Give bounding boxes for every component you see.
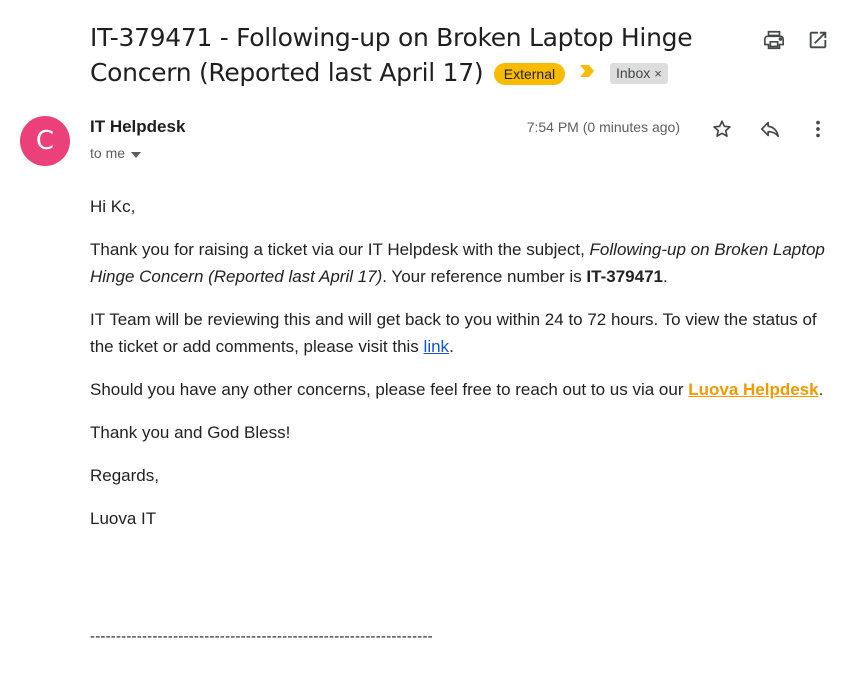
p1-prefix: Thank you for raising a ticket via our I… bbox=[90, 240, 590, 259]
reference-number: IT-379471 bbox=[586, 267, 663, 286]
remove-label-icon[interactable]: × bbox=[654, 66, 662, 81]
inbox-label-text: Inbox bbox=[616, 65, 651, 82]
external-label: External bbox=[493, 62, 566, 85]
helpdesk-link[interactable]: Luova Helpdesk bbox=[688, 380, 818, 399]
more-vertical-icon[interactable] bbox=[806, 117, 830, 141]
star-icon[interactable] bbox=[710, 117, 734, 141]
email-subject-row: IT-379471 - Following-up on Broken Lapto… bbox=[90, 20, 730, 90]
inbox-label: Inbox × bbox=[610, 63, 668, 85]
thanks-line: Thank you and God Bless! bbox=[90, 423, 291, 442]
importance-marker-icon[interactable] bbox=[578, 64, 596, 83]
chevron-down-icon[interactable] bbox=[131, 145, 142, 161]
top-actions bbox=[762, 28, 830, 52]
reply-icon[interactable] bbox=[758, 117, 782, 141]
recipient-details[interactable]: to me bbox=[90, 145, 142, 161]
paragraph-status: IT Team will be reviewing this and will … bbox=[90, 306, 830, 360]
open-in-new-window-icon[interactable] bbox=[806, 28, 830, 52]
paragraph-ticket: Thank you for raising a ticket via our I… bbox=[90, 236, 830, 290]
paragraph-helpdesk: Should you have any other concerns, plea… bbox=[90, 376, 830, 403]
p3-end: . bbox=[818, 380, 824, 399]
email-body: Hi Kc, Thank you for raising a ticket vi… bbox=[90, 193, 830, 548]
email-timestamp: 7:54 PM (0 minutes ago) bbox=[526, 119, 680, 135]
p1-mid: . Your reference number is bbox=[382, 267, 587, 286]
p2-end: . bbox=[449, 337, 454, 356]
greeting: Hi Kc, bbox=[90, 197, 136, 216]
recipient-label: to me bbox=[90, 145, 126, 161]
message-actions bbox=[710, 117, 830, 141]
p1-end: . bbox=[662, 267, 668, 286]
print-icon[interactable] bbox=[762, 28, 786, 52]
signature: Luova IT bbox=[90, 509, 157, 528]
sender-avatar[interactable]: C bbox=[20, 116, 70, 166]
p3-prefix: Should you have any other concerns, plea… bbox=[90, 380, 689, 399]
regards-line: Regards, bbox=[90, 466, 159, 485]
email-subject: IT-379471 - Following-up on Broken Lapto… bbox=[90, 23, 693, 87]
ticket-link[interactable]: link bbox=[424, 337, 450, 356]
separator-line: ----------------------------------------… bbox=[90, 628, 433, 645]
sender-name[interactable]: IT Helpdesk bbox=[90, 117, 185, 137]
